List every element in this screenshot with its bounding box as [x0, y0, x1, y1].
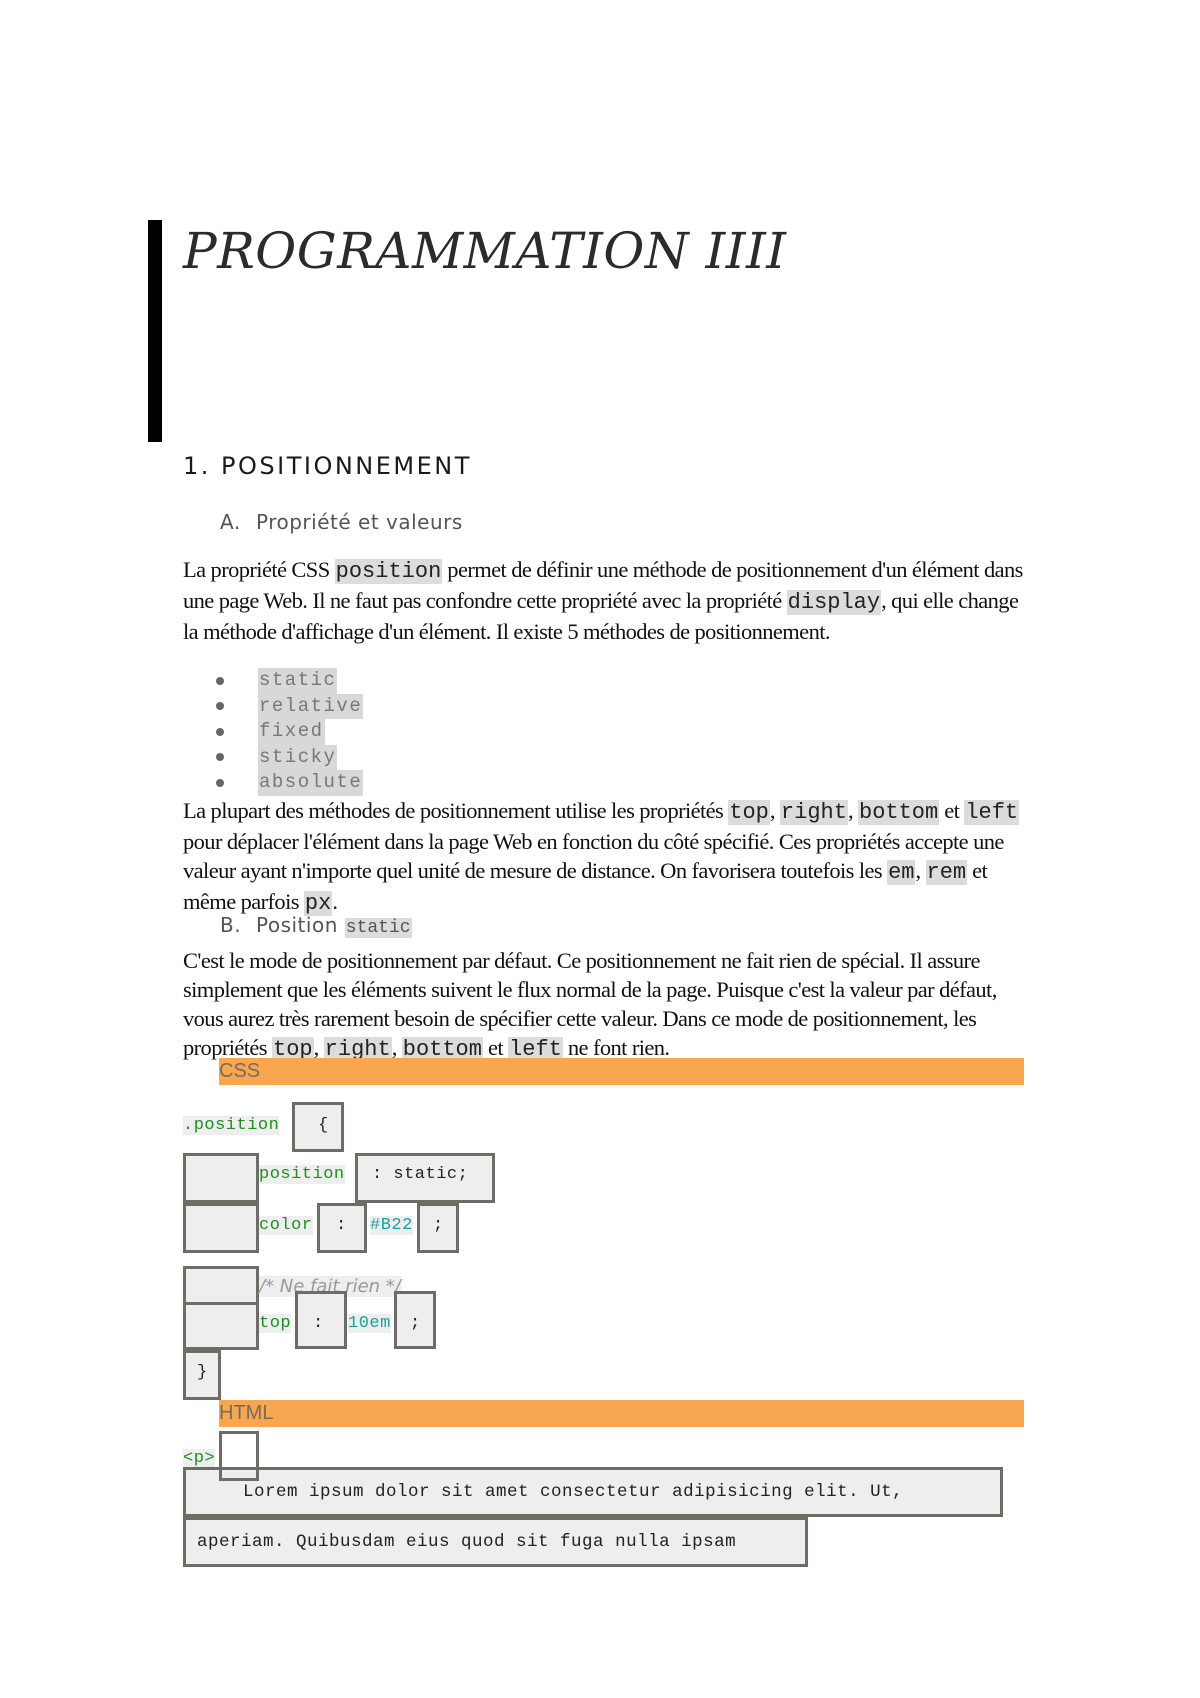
subheading-b: B. Position static	[220, 913, 412, 938]
html-section-bar: HTML	[219, 1400, 1024, 1427]
css-open-brace: {	[318, 1116, 329, 1135]
inline-code-position: position	[334, 559, 443, 584]
css-section-label: CSS	[219, 1060, 261, 1082]
html-line-1: Lorem ipsum dolor sit amet consectetur a…	[243, 1482, 904, 1502]
inline-code-rem: rem	[925, 860, 968, 885]
text: et	[939, 798, 965, 823]
subheading-a: A. Propriété et valeurs	[220, 510, 463, 534]
inline-code-right: right	[779, 800, 848, 825]
method-value: absolute	[258, 770, 364, 796]
css-section-bar: CSS	[219, 1058, 1024, 1085]
text: et	[482, 1035, 509, 1060]
inline-code-bottom: bottom	[858, 800, 940, 825]
text: La plupart des méthodes de positionnemen…	[183, 798, 729, 823]
inline-code-static: static	[344, 918, 412, 938]
paragraph-static: C'est le mode de positionnement par défa…	[183, 946, 1038, 1064]
method-value: fixed	[258, 719, 325, 745]
css-prop-top-value: 10em	[348, 1314, 391, 1333]
text: ,	[915, 858, 926, 883]
css-colon: :	[313, 1314, 324, 1333]
css-semicolon: ;	[410, 1314, 421, 1333]
section-heading: 1. POSITIONNEMENT	[183, 452, 472, 480]
html-line-2: aperiam. Quibusdam eius quod sit fuga nu…	[197, 1532, 737, 1552]
code-box	[219, 1431, 259, 1481]
css-selector: .position	[183, 1116, 280, 1135]
css-prop-position-value: : static;	[372, 1165, 469, 1184]
inline-code-display: display	[786, 590, 882, 615]
method-value: sticky	[258, 744, 338, 770]
text: ,	[847, 798, 858, 823]
list-item: sticky	[216, 744, 363, 770]
text: ne font rien.	[562, 1035, 670, 1060]
bullet-icon	[216, 702, 224, 711]
paragraph-intro: La propriété CSS position permet de défi…	[183, 555, 1038, 646]
text: .	[332, 889, 338, 914]
css-close-brace: }	[197, 1363, 208, 1382]
methods-list: static relative fixed sticky absolute	[216, 668, 364, 796]
subheading-a-label: Propriété et valeurs	[256, 510, 463, 534]
text: ,	[313, 1035, 324, 1060]
code-box	[183, 1203, 259, 1253]
bullet-icon	[216, 753, 224, 762]
bullet-icon	[216, 778, 224, 787]
bullet-icon	[216, 727, 224, 736]
list-item: fixed	[216, 719, 363, 745]
css-prop-color-value: #B22	[370, 1216, 413, 1235]
list-item: absolute	[216, 770, 364, 796]
subheading-b-label: Position	[256, 913, 345, 937]
list-item: relative	[216, 693, 364, 719]
inline-code-em: em	[887, 860, 916, 885]
text: ,	[769, 798, 780, 823]
html-section-label: HTML	[219, 1402, 274, 1424]
bullet-icon	[216, 676, 224, 685]
css-prop-position: position	[259, 1165, 345, 1184]
inline-code-top: top	[728, 800, 770, 825]
list-item: static	[216, 668, 363, 694]
text: ,	[391, 1035, 402, 1060]
method-value: static	[258, 668, 338, 694]
code-box	[183, 1302, 259, 1350]
code-box	[183, 1153, 259, 1203]
text: La propriété CSS	[183, 557, 335, 582]
document-title: PROGRAMMATION IIII	[183, 222, 787, 280]
paragraph-properties: La plupart des méthodes de positionnemen…	[183, 796, 1038, 918]
title-accent-bar	[148, 220, 162, 442]
method-value: relative	[258, 693, 364, 719]
subheading-a-letter: A.	[220, 510, 241, 534]
css-prop-color: color	[259, 1216, 313, 1235]
subheading-b-letter: B.	[220, 913, 242, 937]
css-colon: :	[336, 1216, 347, 1235]
inline-code-left: left	[964, 800, 1020, 825]
html-tag: <p>	[183, 1449, 216, 1468]
text: pour déplacer l'élément dans la page Web…	[183, 829, 1004, 883]
css-prop-top: top	[259, 1314, 292, 1333]
css-semicolon: ;	[433, 1216, 444, 1235]
